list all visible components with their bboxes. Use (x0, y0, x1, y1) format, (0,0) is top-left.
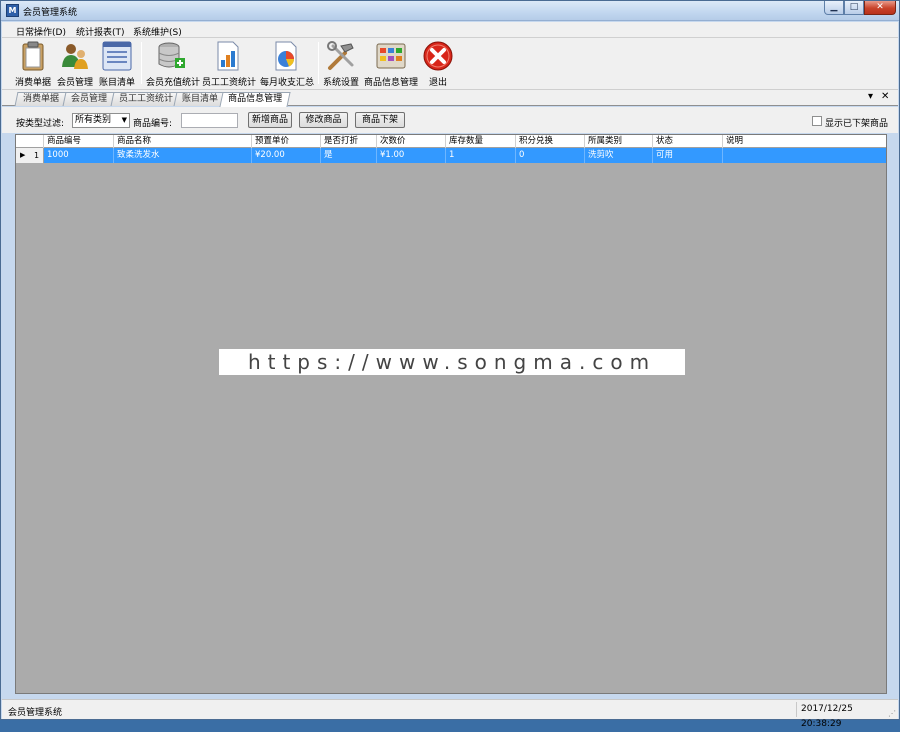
members-icon (62, 44, 88, 69)
toolbar-label: 会员管理 (56, 78, 93, 88)
tab-list-dropdown-icon[interactable]: ▾ (868, 91, 873, 102)
tab-consume[interactable]: 消费单据 (14, 92, 68, 106)
toolbar-label: 账目清单 (98, 78, 135, 88)
watermark-banner: https://www.songma.com (219, 349, 685, 375)
column-header[interactable]: 说明 (723, 135, 886, 148)
column-header[interactable]: 状态 (653, 135, 723, 148)
grid-cell[interactable]: ¥20.00 (252, 148, 321, 163)
product-code-label: 商品编号: (133, 119, 173, 129)
list-icon (102, 41, 132, 71)
grid-cell[interactable]: 1000 (44, 148, 114, 163)
status-app-name: 会员管理系统 (8, 708, 63, 718)
window-title: 会员管理系统 (23, 8, 78, 18)
clipboard-icon (22, 41, 44, 71)
edit-product-button[interactable]: 修改商品 (299, 112, 348, 128)
pie-chart-icon (275, 41, 297, 71)
chevron-down-icon: ▼ (121, 116, 127, 124)
remove-product-button[interactable]: 商品下架 (355, 112, 405, 128)
grid-cell[interactable]: 是 (321, 148, 377, 163)
menu-bar: 日常操作(D) 统计报表(T) 系统维护(S) (2, 22, 898, 38)
app-icon: M (6, 4, 19, 17)
column-header[interactable]: 积分兑换 (516, 135, 585, 148)
database-add-icon (158, 42, 185, 68)
column-header[interactable]: 商品名称 (114, 135, 252, 148)
tab-product-manage[interactable]: 商品信息管理 (219, 92, 291, 107)
show-removed-checkbox[interactable] (812, 116, 822, 126)
grid-cell[interactable]: 可用 (653, 148, 723, 163)
tab-strip: 消费单据 会员管理 员工工资统计 账目清单 商品信息管理 ▾ ✕ (2, 90, 898, 107)
toolbar-settings-button[interactable]: 系统设置 (322, 40, 360, 88)
current-row-arrow-icon: ▶ (20, 151, 26, 159)
tab-close-icon[interactable]: ✕ (881, 91, 889, 102)
grid-cell[interactable]: 洗剪吹 (585, 148, 653, 163)
tab-salary[interactable]: 员工工资统计 (110, 92, 182, 106)
toolbar-consume-button[interactable]: 消费单据 (14, 40, 52, 88)
toolbar-label: 员工工资统计 (202, 78, 257, 88)
toolbar-members-button[interactable]: 会员管理 (56, 40, 94, 88)
tools-icon (327, 41, 354, 70)
main-window: M 会员管理系统 ▁ □ ✕ 日常操作(D) 统计报表(T) 系统维护(S) 消… (0, 0, 900, 729)
menu-maintenance[interactable]: 系统维护(S) (133, 25, 182, 38)
column-header[interactable]: 预置单价 (252, 135, 321, 148)
minimize-button[interactable]: ▁ (824, 1, 844, 15)
close-window-button[interactable]: ✕ (864, 1, 896, 15)
tab-accounts[interactable]: 账目清单 (173, 92, 227, 106)
toolbar: 消费单据 会员管理 账目清单 会员充值统计 员工工资统计 每月收支汇总 系统设置… (2, 38, 898, 90)
toolbar-label: 退出 (428, 78, 447, 88)
show-removed-label: 显示已下架商品 (825, 119, 889, 129)
product-code-input[interactable] (181, 113, 238, 128)
bar-chart-icon (217, 41, 239, 71)
row-number: 1 (34, 151, 40, 160)
column-header[interactable]: 商品编号 (44, 135, 114, 148)
grid-header: 商品编号 商品名称 预置单价 是否打折 次数价 库存数量 积分兑换 所属类别 状… (16, 135, 886, 148)
grid-cell[interactable]: 1 (446, 148, 516, 163)
resize-grip-icon[interactable]: ⋰ (888, 709, 896, 718)
type-filter-label: 按类型过滤: (16, 119, 65, 129)
toolbar-separator (318, 42, 319, 84)
grid-cell[interactable]: 0 (516, 148, 585, 163)
toolbar-exit-button[interactable]: 退出 (420, 40, 456, 88)
toolbar-accounts-button[interactable]: 账目清单 (98, 40, 136, 88)
grid-cell[interactable]: ¥1.00 (377, 148, 446, 163)
column-header[interactable]: 库存数量 (446, 135, 516, 148)
column-header[interactable]: 是否打折 (321, 135, 377, 148)
toolbar-product-manage-button[interactable]: 商品信息管理 (364, 40, 418, 88)
row-header-corner (16, 135, 44, 148)
toolbar-salary-stats-button[interactable]: 员工工资统计 (202, 40, 257, 88)
table-row[interactable]: ▶ 1 1000 致柔洗发水 ¥20.00 是 ¥1.00 1 0 洗剪吹 可用 (16, 148, 886, 163)
type-filter-select[interactable]: 所有类别 ▼ (72, 113, 130, 128)
add-product-button[interactable]: 新增商品 (248, 112, 292, 128)
toolbar-label: 系统设置 (322, 78, 359, 88)
toolbar-label: 会员充值统计 (146, 78, 201, 88)
filter-bar: 按类型过滤: 所有类别 ▼ 商品编号: 新增商品 修改商品 商品下架 显示已下架… (2, 107, 898, 133)
toolbar-recharge-stats-button[interactable]: 会员充值统计 (146, 40, 201, 88)
toolbar-separator (141, 42, 142, 84)
status-bar: 会员管理系统 2017/12/25 20:38:29 ⋰ (2, 699, 898, 729)
menu-reports[interactable]: 统计报表(T) (76, 25, 125, 38)
product-grid-icon (376, 43, 406, 69)
menu-daily-ops[interactable]: 日常操作(D) (16, 25, 66, 38)
exit-icon (423, 41, 453, 71)
column-header[interactable]: 所属类别 (585, 135, 653, 148)
product-grid[interactable]: 商品编号 商品名称 预置单价 是否打折 次数价 库存数量 积分兑换 所属类别 状… (15, 134, 887, 694)
toolbar-label: 商品信息管理 (364, 78, 419, 88)
row-header[interactable]: ▶ 1 (16, 148, 44, 163)
toolbar-monthly-summary-button[interactable]: 每月收支汇总 (260, 40, 315, 88)
maximize-button[interactable]: □ (844, 1, 864, 15)
title-bar[interactable]: M 会员管理系统 ▁ □ ✕ (1, 1, 899, 21)
column-header[interactable]: 次数价 (377, 135, 446, 148)
status-datetime: 2017/12/25 20:38:29 (796, 702, 888, 729)
toolbar-label: 消费单据 (14, 78, 51, 88)
grid-cell[interactable] (723, 148, 886, 163)
tab-members[interactable]: 会员管理 (62, 92, 116, 106)
toolbar-label: 每月收支汇总 (260, 78, 315, 88)
grid-cell[interactable]: 致柔洗发水 (114, 148, 252, 163)
